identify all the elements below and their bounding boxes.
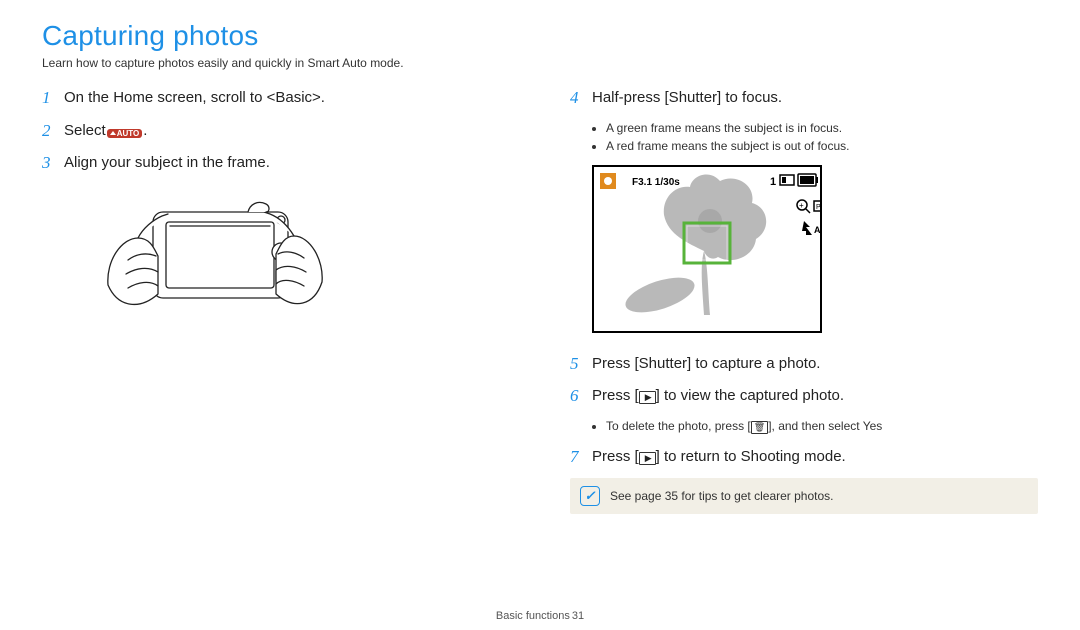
step-number: 4: [570, 86, 584, 111]
tip-note: ✓ See page 35 for tips to get clearer ph…: [570, 478, 1038, 514]
lcd-exposure-text: F3.1 1/30s: [632, 177, 680, 188]
left-column: 1 On the Home screen, scroll to <Basic>.…: [42, 86, 510, 514]
step-6-bullets: To delete the photo, press [🗑], and then…: [592, 417, 1038, 435]
step-4-bullets: A green frame means the subject is in fo…: [592, 119, 1038, 155]
bullet-item: A red frame means the subject is out of …: [606, 137, 1038, 155]
playback-icon: ▶: [639, 391, 656, 404]
playback-icon: ▶: [639, 452, 656, 465]
right-column: 4 Half-press [Shutter] to focus. A green…: [570, 86, 1038, 514]
step-5: 5 Press [Shutter] to capture a photo.: [570, 352, 1038, 377]
step-text: Half-press [Shutter] to focus.: [592, 86, 782, 111]
page-footer: Basic functions31: [0, 610, 1080, 622]
text-fragment: Press [: [592, 448, 639, 465]
text-fragment: Press [: [592, 387, 639, 404]
hands-holding-camera-illustration: [98, 190, 510, 335]
text-fragment: Select: [64, 122, 106, 139]
step-2: 2 SelectAUTO.: [42, 119, 510, 144]
step-number: 2: [42, 119, 56, 144]
text-fragment: ], and then select Yes: [768, 419, 882, 433]
page-title: Capturing photos: [42, 20, 1038, 52]
text-fragment: ] to view the captured photo.: [656, 387, 844, 404]
step-text: Align your subject in the frame.: [64, 151, 270, 176]
step-number: 5: [570, 352, 584, 377]
step-number: 1: [42, 86, 56, 111]
step-text: SelectAUTO.: [64, 119, 147, 144]
bullet-item: A green frame means the subject is in fo…: [606, 119, 1038, 137]
text-fragment: .: [143, 122, 147, 139]
svg-text:A: A: [814, 225, 821, 235]
text-fragment: ] to return to Shooting mode.: [656, 448, 846, 465]
camera-lcd-illustration: F3.1 1/30s 1 + P A: [592, 165, 1038, 338]
note-text: See page 35 for tips to get clearer phot…: [610, 489, 833, 503]
step-text: Press [▶] to return to Shooting mode.: [592, 445, 846, 470]
step-1: 1 On the Home screen, scroll to <Basic>.: [42, 86, 510, 111]
note-info-icon: ✓: [580, 486, 600, 506]
step-number: 3: [42, 151, 56, 176]
step-4: 4 Half-press [Shutter] to focus.: [570, 86, 1038, 111]
footer-page-number: 31: [572, 610, 584, 622]
step-6: 6 Press [▶] to view the captured photo.: [570, 384, 1038, 409]
text-fragment: To delete the photo, press [: [606, 419, 751, 433]
step-7: 7 Press [▶] to return to Shooting mode.: [570, 445, 1038, 470]
bullet-item: To delete the photo, press [🗑], and then…: [606, 417, 1038, 435]
page-subtitle: Learn how to capture photos easily and q…: [42, 56, 1038, 70]
auto-mode-icon: AUTO: [107, 129, 143, 138]
step-number: 6: [570, 384, 584, 409]
svg-text:+: +: [799, 201, 804, 210]
step-text: Press [▶] to view the captured photo.: [592, 384, 844, 409]
step-3: 3 Align your subject in the frame.: [42, 151, 510, 176]
step-number: 7: [570, 445, 584, 470]
svg-text:P: P: [816, 204, 821, 211]
step-text: Press [Shutter] to capture a photo.: [592, 352, 820, 377]
step-text: On the Home screen, scroll to <Basic>.: [64, 86, 325, 111]
trash-icon: 🗑: [751, 421, 768, 434]
footer-section: Basic functions: [496, 610, 570, 622]
lcd-count-text: 1: [770, 176, 776, 188]
